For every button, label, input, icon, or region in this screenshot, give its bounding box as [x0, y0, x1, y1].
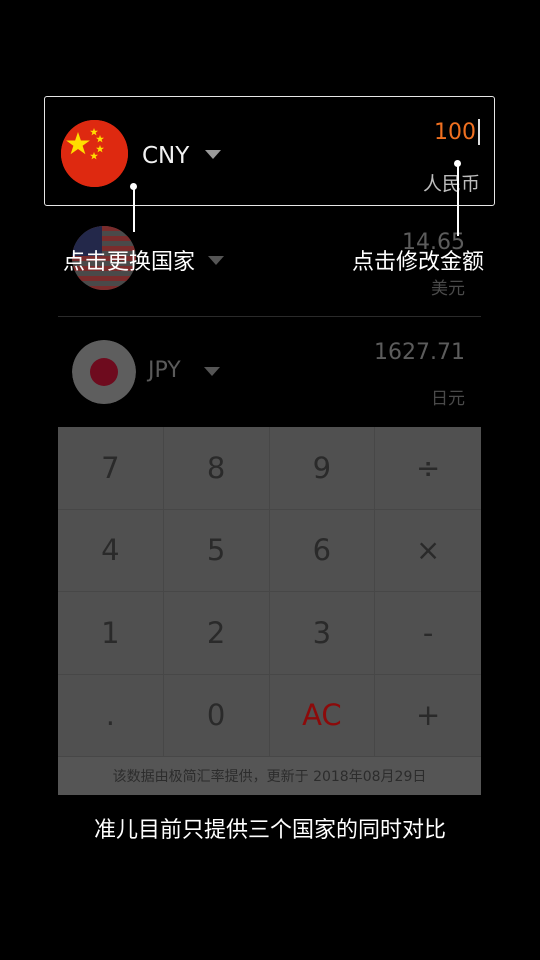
key-minus[interactable]: - [375, 592, 481, 675]
key-2[interactable]: 2 [163, 592, 270, 675]
rate-source-note: 该数据由极简汇率提供，更新于 2018年08月29日 [58, 757, 481, 795]
china-flag-icon[interactable] [61, 120, 128, 187]
key-6[interactable]: 6 [269, 509, 376, 592]
keypad: 7 8 9 ÷ 4 5 6 × 1 2 3 - . 0 AC + [58, 427, 481, 757]
jpy-dropdown-caret-icon[interactable] [204, 367, 220, 376]
key-0[interactable]: 0 [163, 674, 270, 757]
guide-bottom-note: 准儿目前只提供三个国家的同时对比 [93, 818, 446, 843]
cny-amount[interactable]: 100 [434, 120, 476, 145]
jpy-amount[interactable]: 1627.71 [374, 340, 465, 365]
callout-change-country: 点击更换国家 [63, 250, 196, 275]
callout-line-country [132, 187, 135, 232]
key-3[interactable]: 3 [269, 592, 376, 675]
jpy-code[interactable]: JPY [148, 358, 181, 383]
japan-flag-icon[interactable] [72, 340, 136, 404]
jpy-currency-name: 日元 [431, 389, 465, 409]
key-5[interactable]: 5 [163, 509, 270, 592]
key-multiply[interactable]: × [375, 510, 481, 592]
key-clear-ac[interactable]: AC [269, 674, 376, 757]
key-9[interactable]: 9 [269, 427, 376, 510]
usd-dropdown-caret-icon[interactable] [208, 256, 224, 265]
usd-currency-name: 美元 [431, 279, 465, 299]
screen: 14. 65 美元 JPY 1627.71 日元 CNY 100 人民币 7 8 … [0, 0, 540, 960]
callout-line-amount [456, 164, 459, 236]
cny-currency-name: 人民币 [422, 173, 480, 195]
cny-dropdown-caret-icon[interactable] [205, 150, 221, 159]
key-plus[interactable]: + [375, 675, 481, 757]
key-decimal[interactable]: . [58, 674, 164, 757]
key-8[interactable]: 8 [163, 427, 270, 510]
cny-code[interactable]: CNY [142, 143, 189, 169]
callout-edit-amount: 点击修改金额 [352, 250, 485, 275]
key-4[interactable]: 4 [58, 509, 164, 592]
currency-row-jpy[interactable]: JPY 1627.71 日元 [58, 318, 481, 424]
text-cursor [478, 119, 480, 145]
key-divide[interactable]: ÷ [375, 427, 481, 510]
cny-amount-field[interactable]: 100 [434, 119, 480, 145]
key-7[interactable]: 7 [58, 427, 164, 510]
key-1[interactable]: 1 [58, 592, 164, 675]
currency-row-cny[interactable]: CNY 100 人民币 [44, 96, 495, 206]
